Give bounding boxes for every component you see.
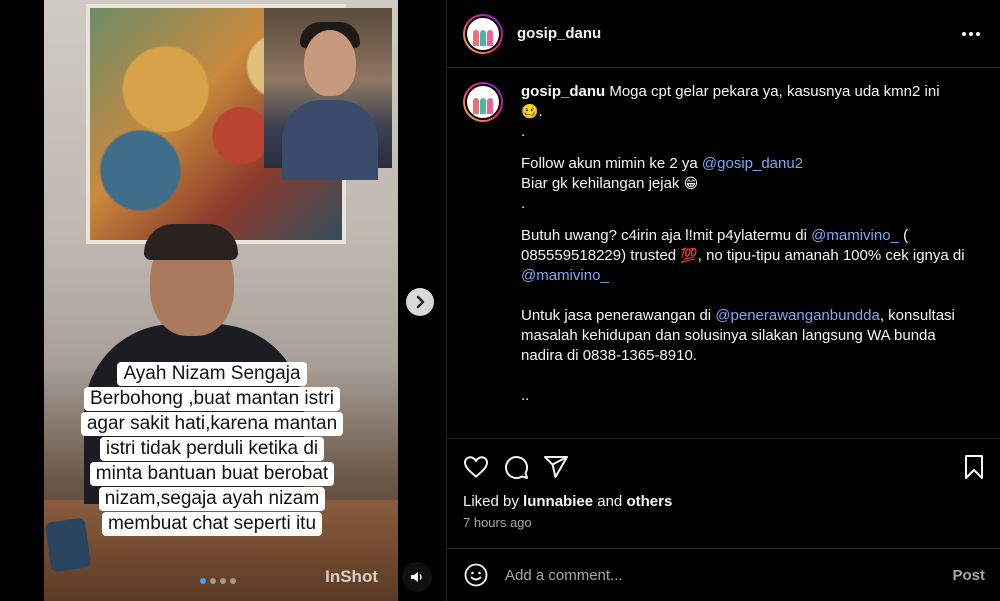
post-header: gosip_danu xyxy=(447,0,1000,68)
share-button[interactable] xyxy=(543,447,583,487)
next-slide-button[interactable] xyxy=(406,288,434,316)
like-button[interactable] xyxy=(463,447,503,487)
comments-area: gosip_danu Moga cpt gelar pekara ya, kas… xyxy=(447,68,1000,438)
post-timestamp[interactable]: 7 hours ago xyxy=(463,515,985,530)
carousel-dot xyxy=(230,578,236,584)
comment-button[interactable] xyxy=(503,447,543,487)
caption-line: . xyxy=(521,195,526,212)
mute-button[interactable] xyxy=(402,562,432,592)
save-button[interactable] xyxy=(945,447,985,487)
post-media: InShot Ayah Nizam Sengaja Berbohong ,bua… xyxy=(0,0,446,601)
caption-line: Biar gk kehilangan jejak xyxy=(521,175,684,192)
share-icon xyxy=(544,456,568,478)
caption-line: . xyxy=(521,123,526,140)
caption-line: nizam,segaja ayah nizam xyxy=(98,487,326,511)
post-comment-button[interactable]: Post xyxy=(952,567,985,584)
emoji: 🥴 xyxy=(521,104,539,120)
carousel-dot xyxy=(200,578,206,584)
post-caption: gosip_danu Moga cpt gelar pekara ya, kas… xyxy=(463,82,985,406)
caption-line: minta bantuan buat berobat xyxy=(89,462,335,486)
speaker-hair xyxy=(144,224,238,260)
carousel-dot xyxy=(220,578,226,584)
speaker-icon xyxy=(411,572,422,582)
emoji: 💯 xyxy=(680,248,698,264)
add-comment-bar: Post xyxy=(447,548,1000,601)
more-options-button[interactable] xyxy=(959,22,983,46)
carousel-dot xyxy=(210,578,216,584)
liked-by-others[interactable]: others xyxy=(626,493,672,510)
mention-link[interactable]: @mamivino_ xyxy=(811,227,899,244)
heart-icon xyxy=(463,456,489,478)
emoji-picker-button[interactable] xyxy=(463,562,489,588)
caption-line: istri tidak perduli ketika di xyxy=(99,437,325,461)
inshot-watermark: InShot xyxy=(325,567,378,586)
post-side-panel: gosip_danu gosip_danu Moga cpt gelar pek… xyxy=(446,0,1000,601)
mention-link[interactable]: @penerawanganbundda xyxy=(715,307,880,324)
caption-line: Follow akun mimin ke 2 ya xyxy=(521,155,702,172)
caption-line: Moga cpt gelar pekara ya, kasusnya uda k… xyxy=(609,83,940,100)
caption-line: Berbohong ,buat mantan istri xyxy=(84,387,340,411)
avatar[interactable] xyxy=(463,82,503,122)
caption-line: Butuh uwang? c4irin aja l!mit p4ylatermu… xyxy=(521,227,812,244)
more-horizontal-icon xyxy=(962,32,980,36)
post-actions: Liked by lunnabiee and others 7 hours ag… xyxy=(447,438,1000,530)
caption-line: .. xyxy=(521,387,530,404)
caption-line: membuat chat seperti itu xyxy=(101,512,323,536)
caption-username[interactable]: gosip_danu xyxy=(521,83,605,100)
chevron-right-icon xyxy=(416,295,425,309)
caption-text: gosip_danu Moga cpt gelar pekara ya, kas… xyxy=(521,82,971,406)
liked-by-user[interactable]: lunnabiee xyxy=(523,493,593,510)
caption-line: Untuk jasa penerawangan di xyxy=(521,307,716,324)
bookmark-icon xyxy=(965,455,983,479)
caption-line: Ayah Nizam Sengaja xyxy=(117,362,307,386)
picture-in-picture-video xyxy=(264,8,392,180)
comment-input[interactable] xyxy=(505,566,953,584)
mention-link[interactable]: @mamivino_ xyxy=(521,267,609,284)
carousel-indicator xyxy=(200,578,236,584)
comment-icon xyxy=(505,456,529,480)
action-icons xyxy=(463,447,985,487)
likes-summary[interactable]: Liked by lunnabiee and others xyxy=(463,491,985,513)
smiley-icon xyxy=(464,563,488,587)
mention-link[interactable]: @gosip_danu2 xyxy=(702,155,803,172)
caption-line: agar sakit hati,karena mantan xyxy=(80,412,344,436)
emoji: 😁 xyxy=(683,176,699,192)
header-username[interactable]: gosip_danu xyxy=(517,25,601,42)
avatar[interactable] xyxy=(463,13,503,54)
video-caption-overlay: Ayah Nizam Sengaja Berbohong ,buat manta… xyxy=(62,362,362,536)
